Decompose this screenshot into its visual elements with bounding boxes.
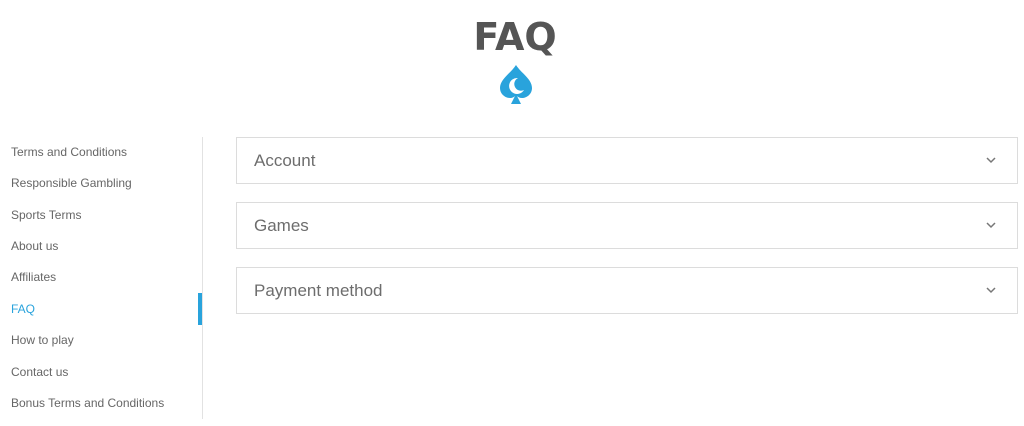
chevron-down-icon [986, 157, 996, 164]
sidebar-item-responsible-gambling[interactable]: Responsible Gambling [11, 173, 132, 193]
sidebar-item-about-us[interactable]: About us [11, 236, 58, 256]
faq-section-account[interactable]: Account [236, 137, 1018, 184]
sidebar-item-terms-and-conditions[interactable]: Terms and Conditions [11, 142, 127, 162]
faq-section-label: Payment method [254, 281, 383, 300]
chevron-down-icon [986, 222, 996, 229]
faq-section-payment-method[interactable]: Payment method [236, 267, 1018, 314]
sidebar-item-how-to-play[interactable]: How to play [11, 330, 74, 350]
faq-section-games[interactable]: Games [236, 202, 1018, 249]
sidebar-nav: Terms and Conditions Responsible Gamblin… [0, 137, 203, 419]
sidebar-item-affiliates[interactable]: Affiliates [11, 267, 56, 287]
faq-section-label: Games [254, 216, 309, 235]
sidebar-item-bonus-terms-and-conditions[interactable]: Bonus Terms and Conditions [11, 393, 164, 413]
faq-section-label: Account [254, 151, 316, 170]
sidebar-item-contact-us[interactable]: Contact us [11, 362, 68, 382]
sidebar-item-faq[interactable]: FAQ [11, 299, 35, 319]
sidebar-active-indicator [198, 293, 202, 325]
sidebar-item-sports-terms[interactable]: Sports Terms [11, 205, 81, 225]
page-title: FAQ [473, 15, 557, 59]
spade-moon-icon [500, 65, 532, 104]
chevron-down-icon [986, 287, 996, 294]
